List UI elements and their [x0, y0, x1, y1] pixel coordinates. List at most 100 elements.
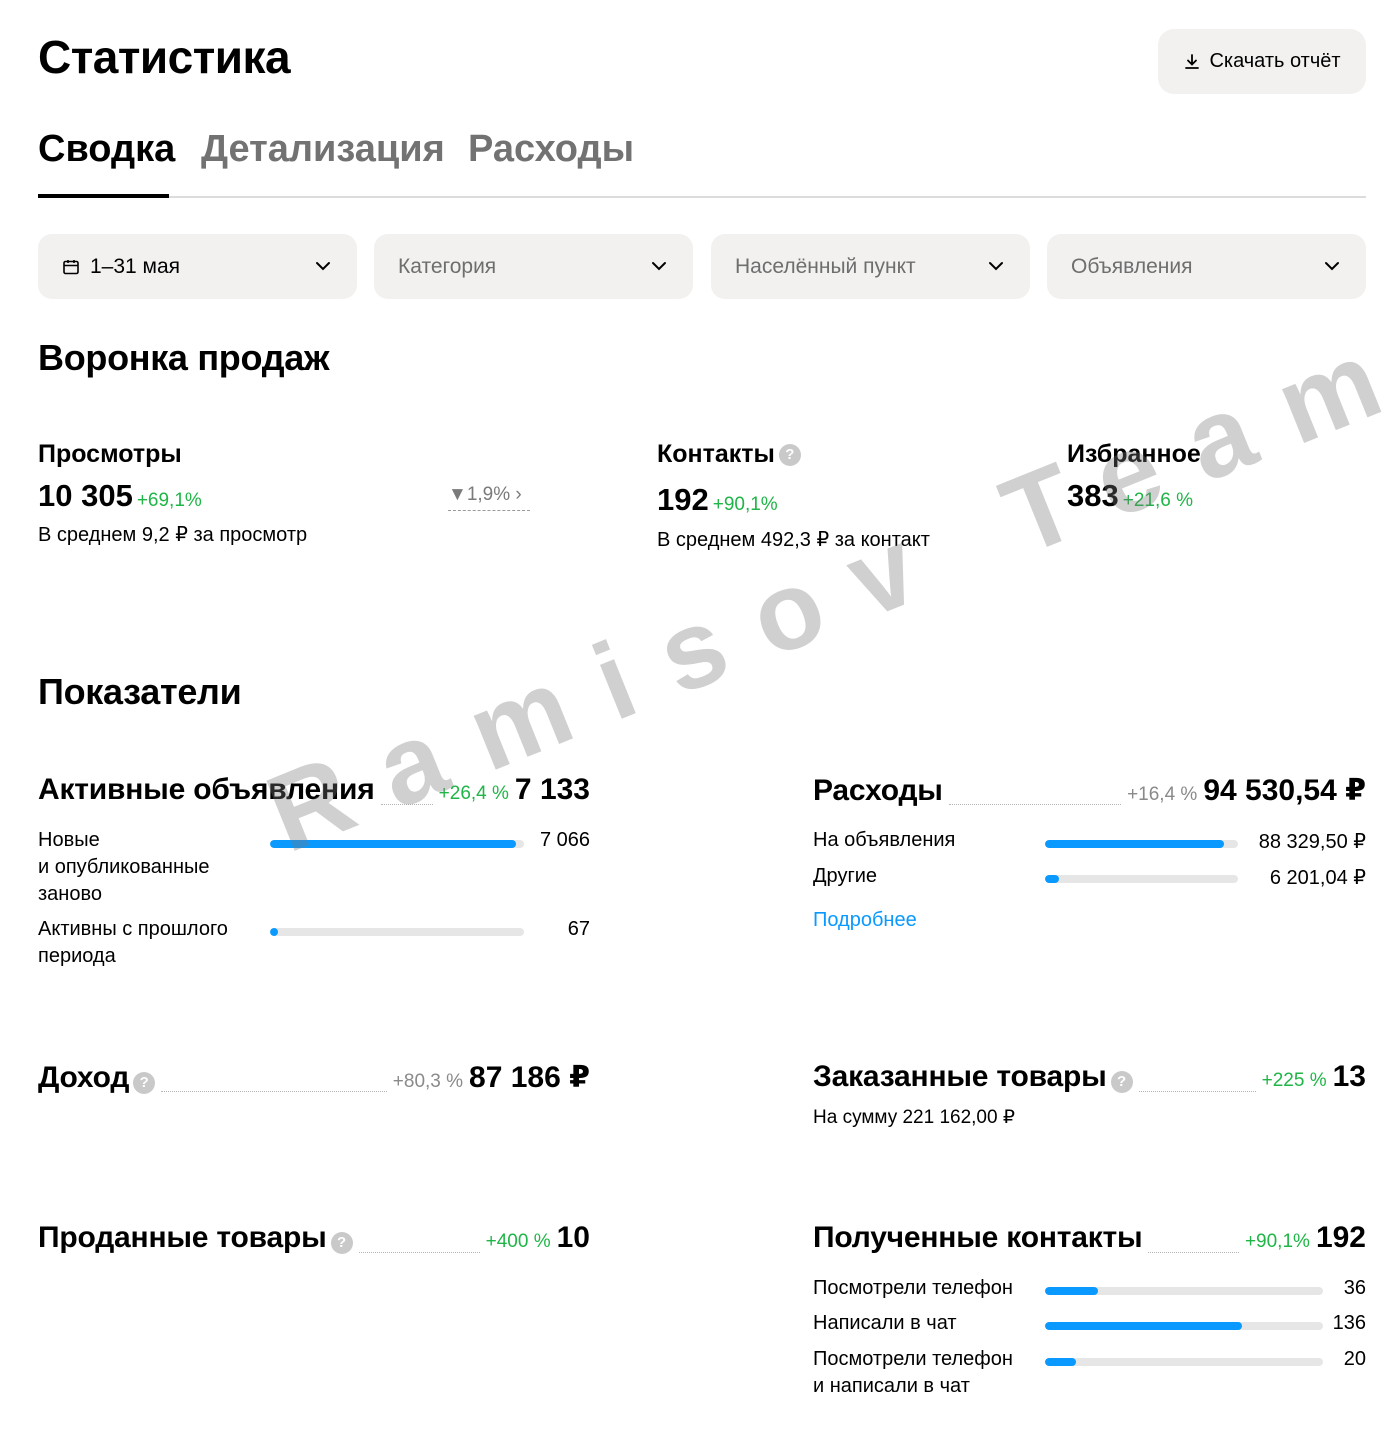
ads-placeholder: Объявления	[1071, 254, 1193, 278]
views-value-block: 10 305 +69,1%	[38, 478, 202, 514]
tab-summary[interactable]: Сводка	[38, 128, 175, 171]
funnel-title: Воронка продаж	[38, 337, 330, 378]
viewed-phone-label: Посмотрели телефон	[813, 1277, 1013, 1299]
download-report-label: Скачать отчёт	[1209, 50, 1341, 72]
other-expenses-label: Другие	[813, 865, 878, 887]
download-report-button[interactable]: Скачать отчёт	[1158, 29, 1366, 94]
sold-goods-delta: +400 %	[485, 1231, 551, 1252]
ordered-goods-sum: На сумму 221 162,00 ₽	[813, 1107, 1015, 1128]
viewed-phone-bar-fill	[1045, 1287, 1098, 1295]
ordered-goods-header: Заказанные товары? +225 % 13	[813, 1060, 1366, 1100]
wrote-chat-bar	[1045, 1322, 1323, 1330]
help-icon[interactable]: ?	[1110, 1071, 1133, 1093]
conversion-value: 1,9%	[466, 484, 511, 505]
active-ads-value: 7 133	[514, 773, 590, 806]
expenses-delta: +16,4 %	[1127, 784, 1198, 805]
help-icon[interactable]: ?	[778, 444, 801, 467]
expenses-value: 94 530,54 ₽	[1203, 774, 1366, 807]
category-select[interactable]: Категория	[374, 234, 693, 299]
ads-expenses-label: На объявления	[813, 829, 956, 851]
active-ads-delta: +26,4 %	[438, 783, 509, 804]
other-expenses-value: 6 201,04 ₽	[1269, 867, 1366, 889]
active-ads-header: Активные объявления +26,4 % 7 133	[38, 773, 590, 813]
locality-placeholder: Населённый пункт	[735, 254, 916, 278]
funnel-icon: ▼	[448, 484, 467, 505]
received-contacts-header: Полученные контакты +90,1% 192	[813, 1221, 1366, 1261]
calendar-icon	[63, 259, 79, 274]
income-value: 87 186 ₽	[469, 1061, 590, 1094]
tab-expenses[interactable]: Расходы	[468, 128, 634, 171]
wrote-chat-label: Написали в чат	[813, 1312, 957, 1334]
viewed-phone-value: 36	[1343, 1277, 1366, 1299]
new-ads-label: Новые и опубликованные заново	[38, 827, 210, 908]
contacts-average: В среднем 492,3 ₽ за контакт	[657, 529, 930, 551]
income-name: Доход	[38, 1061, 130, 1094]
dotted-leader	[380, 804, 433, 805]
phone-and-chat-label-line: Посмотрели телефон	[813, 1348, 1013, 1370]
new-ads-label-line: заново	[38, 883, 102, 905]
active-tab-indicator	[38, 194, 169, 198]
views-average: В среднем 9,2 ₽ за просмотр	[38, 524, 308, 546]
phone-and-chat-value: 20	[1343, 1348, 1366, 1370]
income-header: Доход? +80,3 % 87 186 ₽	[38, 1060, 590, 1100]
sold-goods-header: Проданные товары? +400 % 10	[38, 1221, 590, 1261]
expenses-more-link[interactable]: Подробнее	[813, 909, 917, 932]
chevron-down-icon	[316, 262, 330, 271]
views-label: Просмотры	[38, 440, 182, 468]
ads-select[interactable]: Объявления	[1047, 234, 1366, 299]
viewed-phone-bar	[1045, 1287, 1323, 1295]
help-icon[interactable]: ?	[330, 1232, 353, 1254]
phone-and-chat-label: Посмотрели телефон и написали в чат	[813, 1346, 1013, 1400]
ordered-goods-name: Заказанные товары	[813, 1060, 1107, 1093]
tab-details[interactable]: Детализация	[201, 128, 445, 171]
other-expenses-bar-fill	[1045, 875, 1059, 883]
views-delta: +69,1%	[136, 490, 202, 511]
sold-goods-name: Проданные товары	[38, 1221, 327, 1254]
ads-expenses-value: 88 329,50 ₽	[1258, 831, 1366, 853]
new-ads-label-line: Новые	[38, 829, 100, 851]
favorites-value: 383	[1067, 478, 1119, 513]
help-icon[interactable]: ?	[133, 1072, 156, 1094]
ordered-goods-value: 13	[1332, 1060, 1366, 1093]
sold-goods-value: 10	[556, 1221, 590, 1254]
wrote-chat-bar-fill	[1045, 1322, 1243, 1330]
contacts-label-block: Контакты?	[657, 440, 801, 469]
chevron-down-icon	[1325, 262, 1339, 271]
received-contacts-value: 192	[1315, 1221, 1366, 1254]
ads-expenses-bar-fill	[1045, 840, 1225, 848]
phone-and-chat-bar-fill	[1045, 1358, 1076, 1366]
received-contacts-name: Полученные контакты	[813, 1221, 1143, 1254]
prev-period-value: 67	[567, 918, 590, 940]
income-delta: +80,3 %	[392, 1071, 464, 1092]
contacts-value-block: 192 +90,1%	[657, 482, 778, 518]
new-ads-label-line: и опубликованные	[38, 856, 210, 878]
prev-period-label-line: Активны с прошлого	[38, 918, 228, 940]
date-range-value: 1–31 мая	[90, 254, 181, 278]
prev-period-bar-fill	[270, 928, 278, 936]
contacts-delta: +90,1%	[712, 494, 778, 515]
date-range-select[interactable]: 1–31 мая	[38, 234, 357, 299]
contacts-value: 192	[657, 482, 709, 517]
prev-period-label: Активны с прошлого периода	[38, 916, 228, 970]
metrics-title: Показатели	[38, 671, 242, 712]
chevron-right-icon: ›	[510, 484, 522, 505]
dotted-leader	[161, 1091, 387, 1092]
phone-and-chat-bar	[1045, 1358, 1323, 1366]
phone-and-chat-label-line: и написали в чат	[813, 1375, 970, 1397]
ordered-goods-delta: +225 %	[1261, 1070, 1327, 1091]
download-icon	[1185, 53, 1200, 69]
expenses-name: Расходы	[813, 774, 943, 807]
tab-bar: Сводка Детализация Расходы	[38, 128, 1366, 198]
new-ads-value: 7 066	[539, 829, 590, 851]
chevron-down-icon	[652, 262, 666, 271]
locality-select[interactable]: Населённый пункт	[711, 234, 1030, 299]
dotted-leader	[358, 1252, 480, 1253]
views-value: 10 305	[38, 478, 133, 513]
received-contacts-delta: +90,1%	[1244, 1231, 1310, 1252]
expenses-header: Расходы +16,4 % 94 530,54 ₽	[813, 773, 1366, 813]
chevron-down-icon	[989, 262, 1003, 271]
conversion-link[interactable]: ▼1,9% ›	[448, 484, 530, 511]
favorites-label: Избранное	[1067, 440, 1201, 468]
page-title: Статистика	[38, 31, 291, 83]
wrote-chat-value: 136	[1332, 1312, 1366, 1334]
